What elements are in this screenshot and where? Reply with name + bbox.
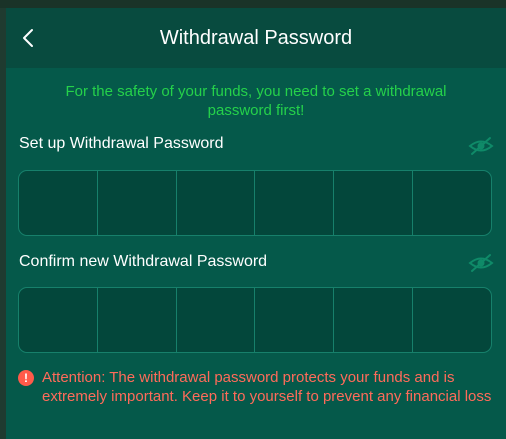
pin-digit-4[interactable] [255,171,335,235]
back-button[interactable] [14,24,42,52]
pin-digit-3[interactable] [177,171,256,235]
pin-digit-6[interactable] [413,171,491,235]
pin-digit-2[interactable] [98,288,177,352]
chevron-left-icon [23,29,33,47]
setup-password-input[interactable] [18,170,492,236]
page-title: Withdrawal Password [159,27,353,49]
safety-notice: For the safety of your funds, you need t… [65,83,447,119]
pin-digit-4[interactable] [255,288,335,352]
header-bar: Withdrawal Password [6,8,506,68]
pin-digit-5[interactable] [334,171,414,235]
pin-digit-1[interactable] [19,171,98,235]
attention-message: ! Attention: The withdrawal password pro… [18,368,498,406]
pin-digit-3[interactable] [177,288,256,352]
pin-digit-2[interactable] [98,171,177,235]
exclamation-icon: ! [18,370,34,386]
eye-off-icon[interactable] [468,136,494,156]
confirm-password-input[interactable] [18,287,492,353]
top-border [0,0,506,8]
eye-off-icon[interactable] [468,253,494,273]
pin-digit-5[interactable] [334,288,414,352]
attention-text: Attention: The withdrawal password prote… [42,369,492,405]
pin-digit-1[interactable] [19,288,98,352]
setup-password-label: Set up Withdrawal Password [19,135,224,152]
pin-digit-6[interactable] [413,288,491,352]
withdrawal-password-screen: Withdrawal Password For the safety of yo… [6,8,506,439]
confirm-password-label: Confirm new Withdrawal Password [19,253,268,270]
